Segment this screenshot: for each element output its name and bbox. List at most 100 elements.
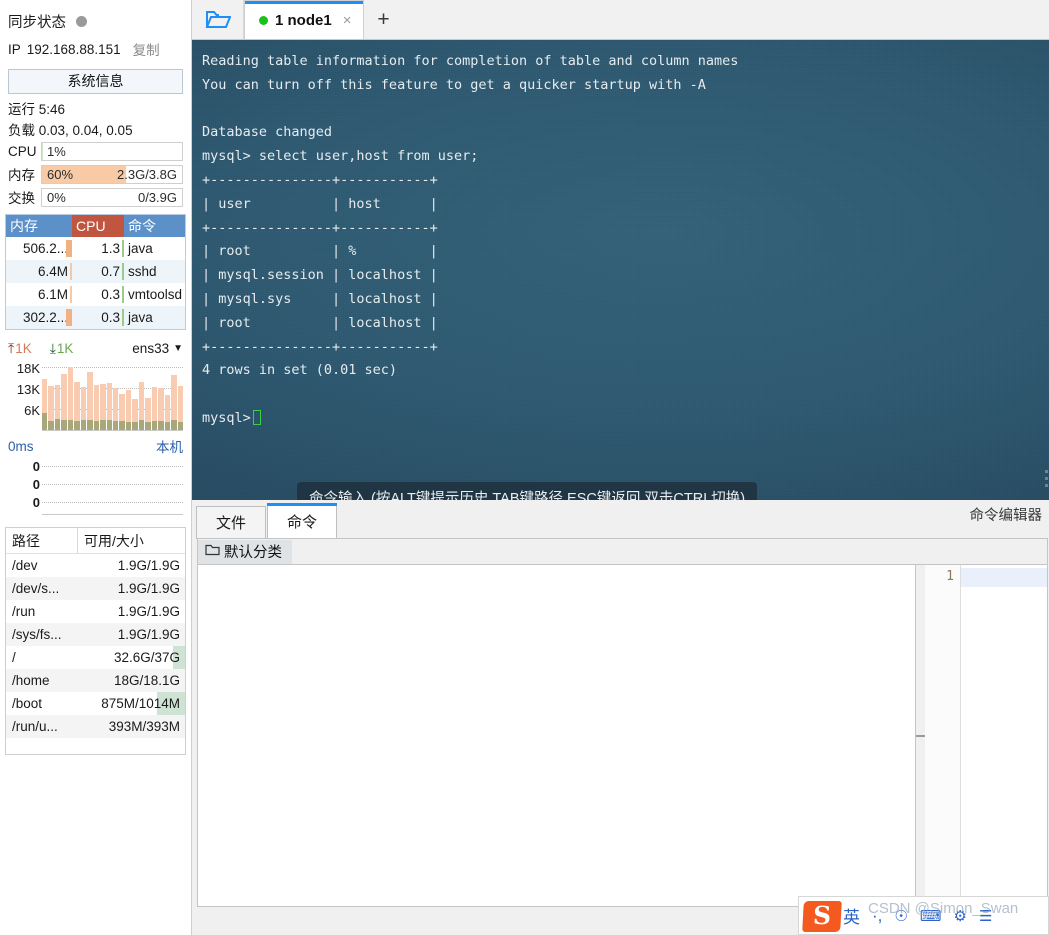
terminal-line: | root | localhost | (202, 314, 438, 331)
ping-chart-yaxis: 0 0 0 (8, 457, 42, 515)
y-tick: 18K (16, 361, 40, 376)
network-upload: ⤒ 1K (8, 340, 32, 357)
process-cmd: java (128, 241, 153, 256)
system-monitor-sidebar: 同步状态 IP 192.168.88.151 复制 系统信息 运行 5:46 负… (0, 0, 192, 935)
sync-status-dot (76, 15, 87, 27)
category-default[interactable]: 默认分类 (198, 539, 292, 564)
disk-path: /dev/s... (12, 581, 60, 596)
process-col-mem[interactable]: 内存 (6, 215, 72, 237)
editor-code-area[interactable] (961, 565, 1047, 906)
process-cpu: 0.3 (72, 283, 124, 306)
bottom-tab-命令[interactable]: 命令 (267, 503, 337, 539)
y-tick: 0 (32, 459, 40, 474)
terminal-tab[interactable]: 1 node1 × (244, 0, 365, 39)
y-tick: 0 (32, 495, 40, 510)
editor-gutter: 1 (925, 565, 961, 906)
process-cmd: vmtoolsd (128, 287, 183, 302)
table-row[interactable]: 6.4M 0.7 sshd (6, 260, 185, 283)
process-cmd: java (128, 310, 153, 325)
chevron-down-icon: ▼ (173, 342, 183, 354)
meter-percent: 0% (47, 189, 66, 205)
y-tick: 0 (32, 477, 40, 492)
table-row[interactable]: /run 1.9G/1.9G (6, 600, 185, 623)
network-download: ⤓ 1K (50, 340, 74, 357)
table-row[interactable]: 506.2... 1.3 java (6, 237, 185, 260)
table-row[interactable]: / 32.6G/37G (6, 646, 185, 669)
meter-percent: 60% (47, 166, 74, 182)
panel-splitter[interactable] (916, 565, 925, 906)
network-upload-value: 1K (15, 340, 32, 356)
process-table: 内存 CPU 命令 506.2... 1.3 java 6.4M 0.7 ssh… (5, 214, 186, 330)
disk-path: /run/u... (12, 719, 58, 734)
disk-usage-table: 路径 可用/大小 /dev 1.9G/1.9G /dev/s... 1.9G/1… (5, 527, 186, 755)
folder-open-icon[interactable] (192, 0, 244, 39)
ime-toolbar[interactable]: S 英 ·, ☉ ⌨ ⚙ ☰ (798, 896, 1049, 935)
close-icon[interactable]: × (343, 12, 352, 29)
table-row[interactable]: /home 18G/18.1G (6, 669, 185, 692)
disk-size: 1.9G/1.9G (117, 581, 180, 596)
terminal-output[interactable]: Reading table information for completion… (192, 40, 1049, 500)
table-row[interactable]: /dev/s... 1.9G/1.9G (6, 577, 185, 600)
globe-icon[interactable]: ☉ (894, 907, 907, 925)
terminal-prompt-line: mysql> (202, 407, 1049, 431)
uptime-text: 运行 5:46 (8, 102, 66, 117)
load-average-text: 负载 0.03, 0.04, 0.05 (8, 123, 133, 138)
arrow-down-icon: ⤓ (49, 339, 56, 356)
table-row[interactable]: /sys/fs... 1.9G/1.9G (6, 623, 185, 646)
terminal-prompt: mysql> (202, 409, 251, 426)
table-row[interactable]: 6.1M 0.3 vmtoolsd (6, 283, 185, 306)
meter-label: CPU (8, 143, 37, 159)
y-tick: 6K (24, 403, 40, 418)
terminal-line: +---------------+-----------+ (202, 219, 438, 236)
y-tick: 13K (16, 382, 40, 397)
table-row[interactable]: /boot 875M/1014M (6, 692, 185, 715)
process-mem: 302.2... (6, 306, 72, 329)
terminal-cursor (252, 409, 261, 425)
ping-chart: 0 0 0 (8, 457, 183, 515)
network-download-value: 1K (56, 340, 74, 356)
terminal-line: | mysql.session | localhost | (202, 267, 438, 284)
bottom-tab-文件[interactable]: 文件 (196, 506, 266, 539)
process-col-cmd[interactable]: 命令 (124, 215, 185, 237)
disk-col-size[interactable]: 可用/大小 (78, 528, 185, 553)
meter-CPU: CPU 1% (0, 140, 191, 162)
ime-mode-button[interactable]: 英 (843, 903, 860, 928)
disk-size: 1.9G/1.9G (117, 627, 180, 642)
line-number: 1 (946, 569, 954, 584)
disk-path: /sys/fs... (12, 627, 62, 642)
copy-ip-button[interactable]: 复制 (133, 39, 160, 59)
command-panel: 命令编辑器 默认分类 1 (197, 508, 1048, 907)
terminal-line: 4 rows in set (0.01 sec) (202, 362, 398, 379)
sogou-logo-icon[interactable]: S (802, 901, 842, 932)
command-list[interactable] (198, 565, 916, 906)
resource-meters: CPU 1% 内存 60% 2.3G/3.8G 交换 0% 0/3.9G (0, 140, 191, 208)
ip-label: IP (8, 41, 21, 57)
network-interface-select[interactable]: ens33 ▼ (132, 341, 183, 356)
disk-size: 875M/1014M (78, 692, 185, 715)
table-row[interactable]: /dev 1.9G/1.9G (6, 554, 185, 577)
meter-label: 内存 (8, 168, 35, 183)
menu-icon[interactable]: ☰ (979, 907, 992, 925)
network-chart-yaxis: 18K 13K 6K (8, 361, 42, 431)
table-row[interactable]: 302.2... 0.3 java (6, 306, 185, 329)
system-info-button[interactable]: 系统信息 (8, 69, 183, 94)
new-tab-button[interactable]: + (364, 0, 402, 39)
meter-label: 交换 (8, 191, 35, 206)
process-col-cpu[interactable]: CPU (72, 215, 124, 237)
table-row[interactable]: /run/u... 393M/393M (6, 715, 185, 738)
ime-punctuation-button[interactable]: ·, (872, 906, 882, 926)
disk-col-path[interactable]: 路径 (6, 528, 78, 553)
meter-bar: 1% (41, 141, 183, 161)
disk-path: /boot (12, 696, 43, 711)
network-chart: 18K 13K 6K (8, 361, 183, 431)
command-editor[interactable]: 1 (925, 565, 1047, 906)
ping-target[interactable]: 本机 (156, 436, 183, 456)
tab-label: 1 node1 (275, 11, 332, 29)
network-header: ⤒ 1K ⤓ 1K ens33 ▼ (8, 336, 183, 360)
terminal-scrollbar[interactable] (1044, 40, 1049, 500)
editor-active-line (961, 568, 1047, 587)
toolbox-icon[interactable]: ⚙ (954, 907, 967, 925)
keyboard-icon[interactable]: ⌨ (920, 907, 942, 925)
disk-size: 32.6G/37G (78, 646, 185, 669)
bottom-panel: 文件 命令 命令编辑器 默认分类 1 (192, 500, 1049, 935)
